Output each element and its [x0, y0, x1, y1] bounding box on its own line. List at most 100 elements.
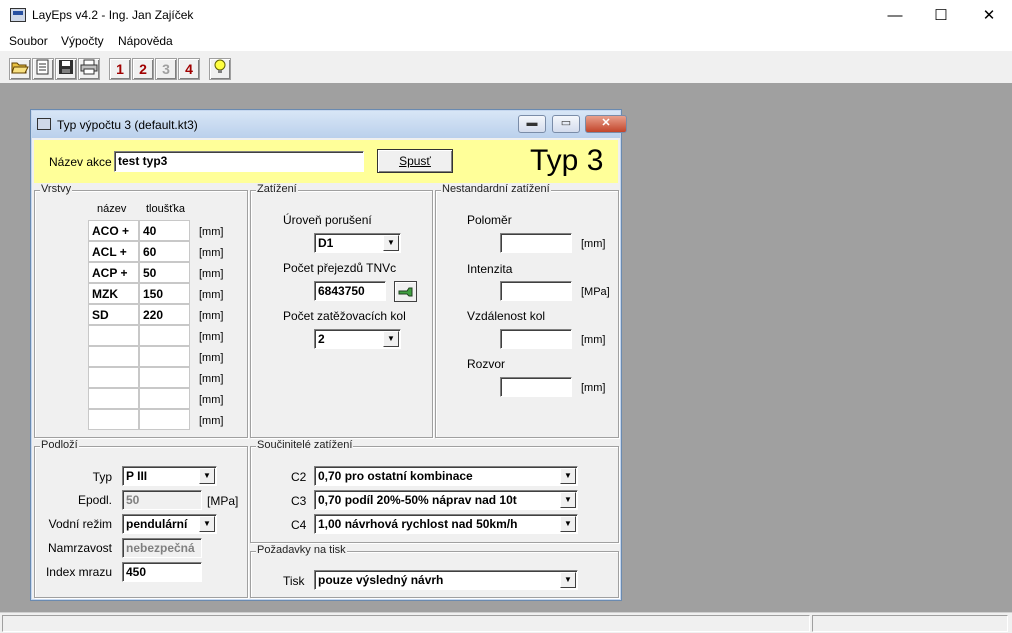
- layer-thickness-cell[interactable]: [139, 346, 190, 367]
- uroven-value: D1: [318, 236, 334, 250]
- spust-button[interactable]: Spusť: [377, 149, 453, 173]
- polomer-label: Poloměr: [467, 213, 512, 227]
- calc-window-title: Typ výpočtu 3 (default.kt3): [57, 118, 198, 132]
- intenzita-input[interactable]: [500, 281, 572, 301]
- chevron-down-icon[interactable]: ▼: [199, 516, 215, 532]
- child-minimize-button[interactable]: ▬: [518, 115, 546, 133]
- rozvor-input[interactable]: [500, 377, 572, 397]
- layer-unit: [mm]: [199, 268, 224, 280]
- layer-name-cell[interactable]: [88, 388, 139, 409]
- layer-thickness-cell[interactable]: 150: [139, 283, 190, 304]
- bulb-icon[interactable]: [209, 58, 231, 80]
- calc-hand-icon[interactable]: [394, 281, 417, 302]
- app-title-bar: LayEps v4.2 - Ing. Jan Zajíček — ☐ ✕: [0, 0, 1012, 31]
- c2-value: 0,70 pro ostatní kombinace: [318, 469, 473, 483]
- epodl-label: Epodl.: [77, 493, 112, 507]
- vzdalenost-unit: [mm]: [581, 334, 606, 346]
- layer-unit: [mm]: [199, 247, 224, 259]
- index-input[interactable]: 450: [122, 562, 202, 582]
- close-button[interactable]: ✕: [966, 0, 1012, 31]
- podlozi-typ-value: P III: [126, 469, 148, 483]
- prejezdy-label: Počet přejezdů TNVc: [283, 261, 397, 275]
- layer-unit: [mm]: [199, 310, 224, 322]
- zatizeni-title: Zatížení: [256, 183, 298, 195]
- c4-value: 1,00 návrhová rychlost nad 50km/h: [318, 517, 518, 531]
- chevron-down-icon[interactable]: ▼: [383, 331, 399, 347]
- c3-select[interactable]: 0,70 podíl 20%-50% náprav nad 10t ▼: [314, 490, 578, 510]
- minimize-button[interactable]: —: [872, 0, 918, 31]
- layer-thickness-cell[interactable]: 40: [139, 220, 190, 241]
- child-close-button[interactable]: ✕: [585, 115, 627, 133]
- layer-name-cell[interactable]: ACO +: [88, 220, 139, 241]
- chevron-down-icon[interactable]: ▼: [560, 492, 576, 508]
- c4-select[interactable]: 1,00 návrhová rychlost nad 50km/h ▼: [314, 514, 578, 534]
- vodni-select[interactable]: pendulární ▼: [122, 514, 217, 534]
- chevron-down-icon[interactable]: ▼: [199, 468, 215, 484]
- vrstvy-title: Vrstvy: [40, 183, 73, 195]
- child-maximize-button[interactable]: ▭: [552, 115, 580, 133]
- chevron-down-icon[interactable]: ▼: [560, 572, 576, 588]
- epodl-unit: [MPa]: [207, 494, 239, 508]
- c2-select[interactable]: 0,70 pro ostatní kombinace ▼: [314, 466, 578, 486]
- c4-label: C4: [291, 518, 307, 532]
- print-preview-icon[interactable]: [32, 58, 54, 80]
- chevron-down-icon[interactable]: ▼: [560, 516, 576, 532]
- layer-thickness-cell[interactable]: [139, 388, 190, 409]
- layer-thickness-cell[interactable]: [139, 325, 190, 346]
- calc-type-2-button[interactable]: 2: [132, 58, 154, 80]
- save-icon[interactable]: [55, 58, 77, 80]
- layer-unit: [mm]: [199, 415, 224, 427]
- calc-type-1-button[interactable]: 1: [109, 58, 131, 80]
- layer-name-cell[interactable]: [88, 346, 139, 367]
- polomer-input[interactable]: [500, 233, 572, 253]
- chevron-down-icon[interactable]: ▼: [560, 468, 576, 484]
- podlozi-typ-label: Typ: [92, 470, 112, 484]
- menu-napoveda[interactable]: Nápověda: [118, 34, 173, 48]
- chevron-down-icon[interactable]: ▼: [383, 235, 399, 251]
- layer-name-cell[interactable]: ACP +: [88, 262, 139, 283]
- c3-value: 0,70 podíl 20%-50% náprav nad 10t: [318, 493, 517, 507]
- kola-select[interactable]: 2 ▼: [314, 329, 401, 349]
- nazev-akce-input[interactable]: test typ3: [114, 151, 364, 172]
- layer-name-cell[interactable]: ACL +: [88, 241, 139, 262]
- col-nazev-header: název: [97, 203, 127, 215]
- open-icon[interactable]: [9, 58, 31, 80]
- layer-thickness-cell[interactable]: [139, 367, 190, 388]
- vzdalenost-label: Vzdálenost kol: [467, 309, 546, 323]
- spust-label: Spusť: [399, 154, 431, 168]
- namrz-input[interactable]: nebezpečná: [122, 538, 202, 558]
- layer-name-cell[interactable]: SD: [88, 304, 139, 325]
- calc-window: Typ výpočtu 3 (default.kt3) ▬ ▭ ✕ Název …: [30, 109, 627, 601]
- layer-thickness-cell[interactable]: [139, 409, 190, 430]
- menu-vypocty[interactable]: Výpočty: [61, 34, 104, 48]
- layer-thickness-cell[interactable]: 50: [139, 262, 190, 283]
- zatizeni-group: Zatížení Úroveň porušení D1 ▼ Počet přeje…: [250, 183, 433, 438]
- podlozi-title: Podloží: [40, 439, 79, 451]
- polomer-unit: [mm]: [581, 238, 606, 250]
- layer-name-cell[interactable]: [88, 325, 139, 346]
- layer-thickness-cell[interactable]: 220: [139, 304, 190, 325]
- layer-name-cell[interactable]: [88, 367, 139, 388]
- menu-soubor[interactable]: Soubor: [9, 34, 48, 48]
- maximize-button[interactable]: ☐: [918, 0, 964, 31]
- print-icon[interactable]: [78, 58, 100, 80]
- podlozi-typ-select[interactable]: P III ▼: [122, 466, 217, 486]
- rozvor-unit: [mm]: [581, 382, 606, 394]
- uroven-select[interactable]: D1 ▼: [314, 233, 401, 253]
- tisk-value: pouze výsledný návrh: [318, 573, 444, 587]
- vzdalenost-input[interactable]: [500, 329, 572, 349]
- calc-type-3-button[interactable]: 3: [155, 58, 177, 80]
- layer-name-cell[interactable]: MZK: [88, 283, 139, 304]
- rozvor-label: Rozvor: [467, 357, 506, 371]
- tisk-title: Požadavky na tisk: [256, 544, 347, 556]
- nestandardni-title: Nestandardní zatížení: [441, 183, 551, 195]
- prejezdy-input[interactable]: 6843750: [314, 281, 386, 301]
- intenzita-label: Intenzita: [467, 262, 513, 276]
- epodl-input[interactable]: 50: [122, 490, 202, 510]
- tisk-label: Tisk: [283, 574, 305, 588]
- calc-type-4-button[interactable]: 4: [178, 58, 200, 80]
- layer-name-cell[interactable]: [88, 409, 139, 430]
- tisk-select[interactable]: pouze výsledný návrh ▼: [314, 570, 578, 590]
- layer-thickness-cell[interactable]: 60: [139, 241, 190, 262]
- nazev-akce-label: Název akce: [49, 155, 112, 169]
